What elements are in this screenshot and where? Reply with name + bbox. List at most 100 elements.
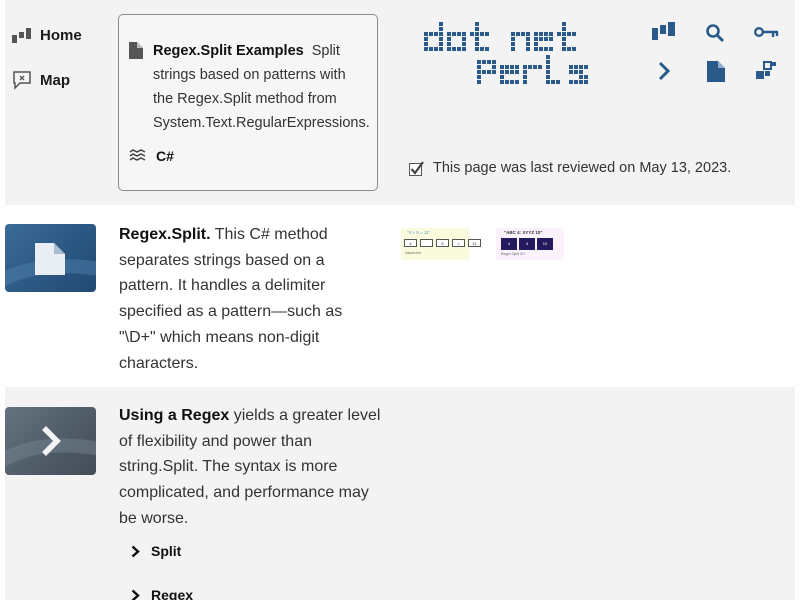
diagram-cell: 5 bbox=[436, 239, 449, 247]
logo-dot bbox=[549, 47, 553, 51]
chevron-right-icon bbox=[131, 545, 140, 557]
logo-dot bbox=[515, 65, 519, 69]
document-icon bbox=[5, 243, 96, 287]
card-language: C# bbox=[129, 148, 174, 164]
logo-dot bbox=[516, 32, 520, 36]
logo-dot bbox=[439, 37, 443, 41]
logo-dot bbox=[500, 65, 504, 69]
logo-dot bbox=[505, 65, 509, 69]
logo-dot bbox=[475, 32, 479, 36]
logo-dot bbox=[462, 47, 466, 51]
logo-dot bbox=[511, 32, 515, 36]
card-body: Regex.Split Examples Split strings based … bbox=[129, 39, 370, 135]
chevron-right-icon[interactable] bbox=[657, 61, 671, 81]
logo-dot bbox=[492, 70, 496, 74]
logo-dot bbox=[579, 65, 583, 69]
logo-dot bbox=[574, 80, 578, 84]
logo-dot bbox=[515, 80, 519, 84]
logo-dot bbox=[477, 70, 481, 74]
dotnetperls-logo[interactable] bbox=[422, 22, 612, 90]
diagram-values-cells: 4 5 = 11 bbox=[404, 239, 481, 247]
logo-dot bbox=[477, 60, 481, 64]
logo-dot bbox=[539, 37, 543, 41]
logo-dot bbox=[447, 47, 451, 51]
diagram-values-caption: Values list bbox=[405, 251, 421, 255]
logo-dot bbox=[523, 80, 527, 84]
logo-dot bbox=[533, 65, 537, 69]
card-title: Regex.Split Examples bbox=[153, 43, 304, 59]
logo-dot bbox=[500, 70, 504, 74]
logo-dot bbox=[523, 70, 527, 74]
nav-map-link[interactable]: Map bbox=[12, 70, 70, 90]
logo-dot bbox=[534, 42, 538, 46]
logo-dot bbox=[546, 55, 550, 59]
key-icon[interactable] bbox=[754, 26, 780, 40]
document-icon[interactable] bbox=[707, 61, 725, 82]
section-using-regex-body: yields a greater level of flexibility an… bbox=[119, 407, 381, 527]
logo-dot bbox=[562, 27, 566, 31]
section-regex-split-lead: Regex.Split. bbox=[119, 226, 211, 243]
logo-dot bbox=[482, 60, 486, 64]
logo-dot bbox=[424, 42, 428, 46]
logo-dot bbox=[447, 42, 451, 46]
logo-dot bbox=[447, 37, 451, 41]
logo-dot bbox=[546, 65, 550, 69]
logo-dot bbox=[511, 47, 515, 51]
nav-home-link[interactable]: Home bbox=[12, 27, 82, 44]
logo-dot bbox=[546, 80, 550, 84]
logo-dot bbox=[475, 22, 479, 26]
logo-dot bbox=[424, 37, 428, 41]
logo-dot bbox=[434, 47, 438, 51]
logo-dot bbox=[447, 32, 451, 36]
waves-icon bbox=[129, 149, 146, 161]
link-regex[interactable]: Regex bbox=[131, 587, 193, 600]
logo-dot bbox=[562, 47, 566, 51]
logo-dot bbox=[572, 32, 576, 36]
logo-dot bbox=[521, 32, 525, 36]
logo-dot bbox=[562, 32, 566, 36]
logo-dot bbox=[475, 42, 479, 46]
logo-dot bbox=[482, 70, 486, 74]
logo-dot bbox=[539, 32, 543, 36]
logo-dot bbox=[462, 42, 466, 46]
logo-dot bbox=[549, 37, 553, 41]
section-regex-split-text: Regex.Split. This C# method separates st… bbox=[119, 222, 381, 376]
article-card[interactable]: Regex.Split Examples Split strings based … bbox=[118, 14, 378, 191]
diagram-split[interactable]: "ABC 4: XYYZ 10" 4 4 10 Regex.Split \D+ bbox=[496, 228, 564, 260]
logo-dot bbox=[462, 32, 466, 36]
logo-dot bbox=[526, 47, 530, 51]
diagram-cell: 11 bbox=[468, 239, 481, 247]
chevron-right-icon bbox=[131, 589, 140, 600]
logo-dot bbox=[439, 42, 443, 46]
logo-dot bbox=[487, 70, 491, 74]
diagram-split-title: "ABC 4: XYYZ 10" bbox=[504, 230, 543, 235]
search-icon[interactable] bbox=[705, 23, 725, 43]
chevron-right-icon bbox=[5, 426, 96, 467]
diagram-values-title: "4 + 5 = 11" bbox=[407, 230, 431, 235]
logo-dot bbox=[434, 32, 438, 36]
logo-dot bbox=[567, 32, 571, 36]
logo-dot bbox=[538, 65, 542, 69]
link-split[interactable]: Split bbox=[131, 543, 181, 559]
logo-dot bbox=[574, 70, 578, 74]
logo-dot bbox=[439, 22, 443, 26]
blocks-icon[interactable] bbox=[755, 61, 777, 81]
bars-icon[interactable] bbox=[652, 22, 678, 42]
logo-dot bbox=[528, 65, 532, 69]
logo-dot bbox=[523, 75, 527, 79]
document-icon bbox=[129, 42, 143, 59]
logo-dot bbox=[477, 65, 481, 69]
logo-dot bbox=[544, 47, 548, 51]
logo-dot bbox=[511, 42, 515, 46]
logo-dot bbox=[439, 27, 443, 31]
diagram-cell: 10 bbox=[537, 238, 553, 250]
logo-dot bbox=[569, 70, 573, 74]
logo-dot bbox=[557, 32, 561, 36]
logo-dot bbox=[584, 80, 588, 84]
logo-dot bbox=[439, 32, 443, 36]
diagram-values[interactable]: "4 + 5 = 11" 4 5 = 11 Values list bbox=[401, 228, 481, 260]
section-thumbnail bbox=[5, 224, 96, 292]
logo-dot bbox=[470, 32, 474, 36]
logo-dot bbox=[475, 27, 479, 31]
logo-dot bbox=[562, 42, 566, 46]
